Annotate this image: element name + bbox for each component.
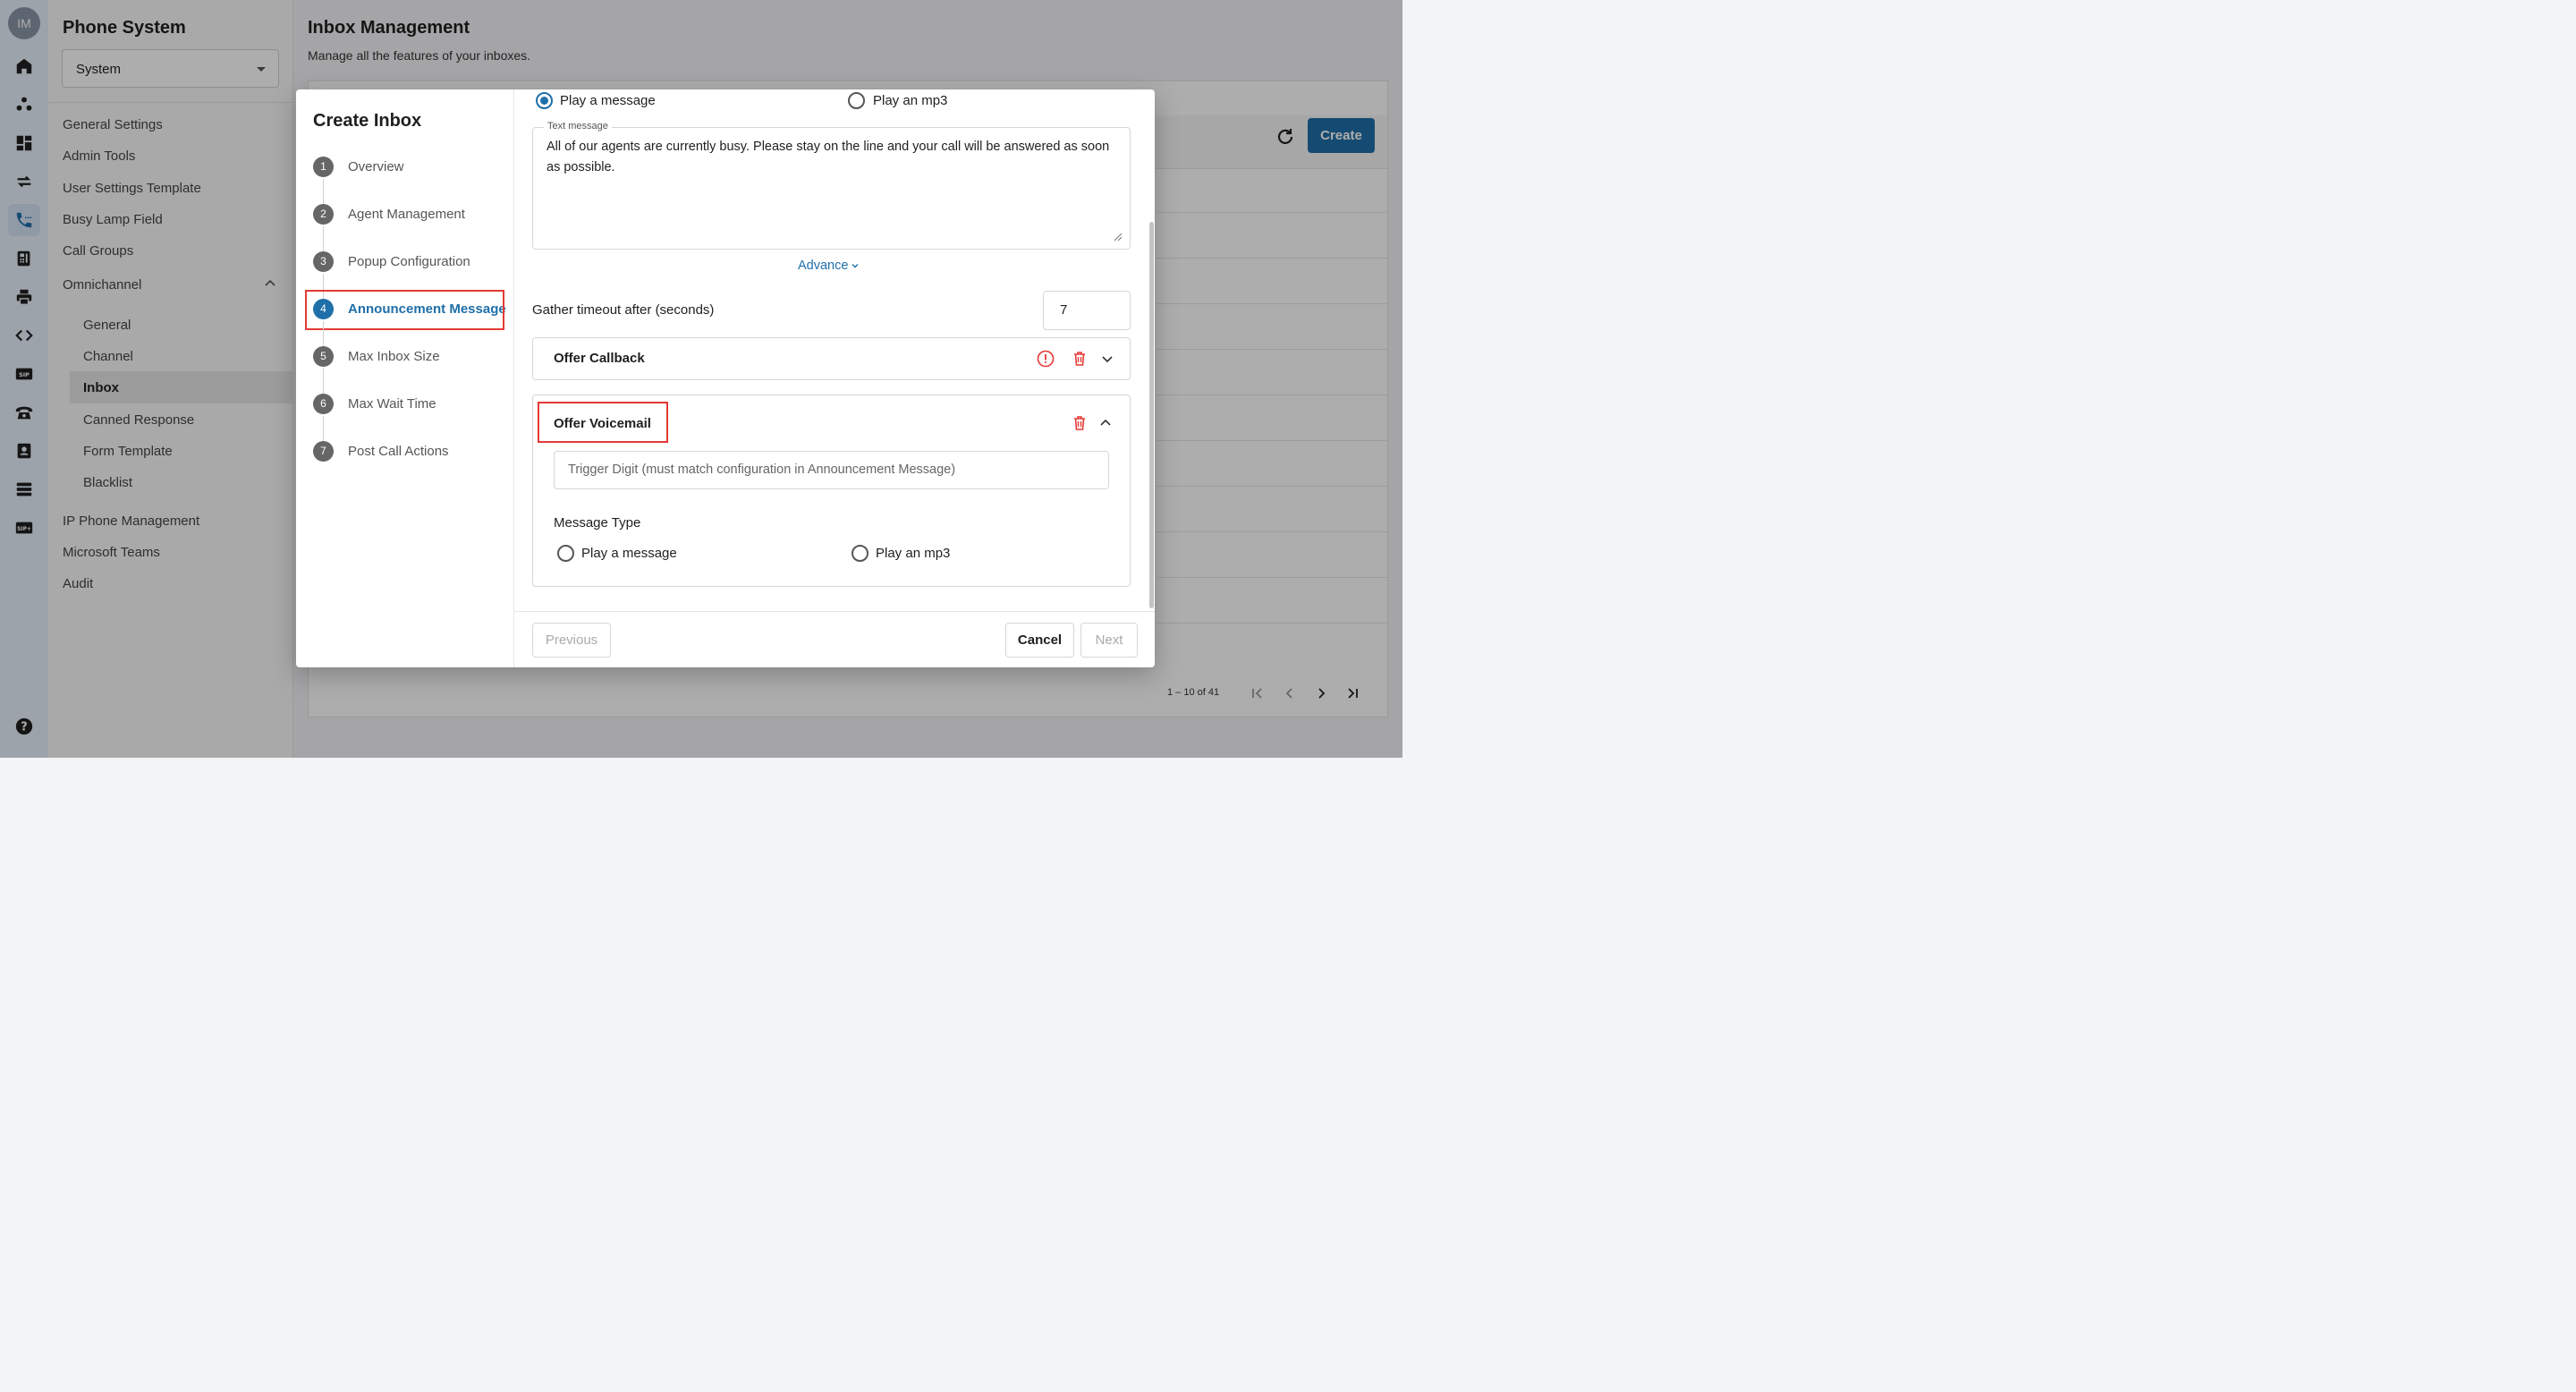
highlight-box bbox=[538, 402, 668, 443]
step-label: Post Call Actions bbox=[348, 443, 449, 459]
voicemail-play-message-label[interactable]: Play a message bbox=[581, 546, 677, 561]
step-connector bbox=[323, 369, 324, 395]
delete-icon[interactable] bbox=[1071, 414, 1089, 432]
gather-timeout-value: 7 bbox=[1060, 302, 1068, 318]
chevron-up-icon[interactable] bbox=[1097, 414, 1114, 432]
voicemail-play-mp3-radio[interactable] bbox=[852, 545, 869, 562]
warning-icon bbox=[1037, 350, 1055, 368]
next-button[interactable]: Next bbox=[1080, 623, 1138, 658]
advance-label: Advance bbox=[798, 259, 849, 273]
step-overview[interactable]: 1 Overview bbox=[313, 156, 404, 177]
step-popup-configuration[interactable]: 3 Popup Configuration bbox=[313, 250, 470, 272]
step-label: Max Inbox Size bbox=[348, 348, 440, 364]
previous-button[interactable]: Previous bbox=[532, 623, 611, 658]
advance-toggle[interactable]: Advance bbox=[798, 259, 860, 273]
step-number: 2 bbox=[313, 203, 334, 225]
delete-icon[interactable] bbox=[1071, 350, 1089, 368]
step-post-call-actions[interactable]: 7 Post Call Actions bbox=[313, 440, 449, 462]
play-mp3-radio[interactable] bbox=[848, 92, 865, 109]
stepper-panel: Create Inbox 1 Overview 2 Agent Manageme… bbox=[296, 89, 514, 667]
step-number: 6 bbox=[313, 393, 334, 414]
step-max-inbox-size[interactable]: 5 Max Inbox Size bbox=[313, 345, 440, 367]
voicemail-play-mp3-label[interactable]: Play an mp3 bbox=[876, 546, 950, 561]
text-message-field[interactable]: Text message All of our agents are curre… bbox=[532, 121, 1131, 250]
play-mp3-label[interactable]: Play an mp3 bbox=[873, 93, 947, 108]
text-message-value[interactable]: All of our agents are currently busy. Pl… bbox=[547, 137, 1119, 178]
step-number: 7 bbox=[313, 440, 334, 462]
chevron-down-icon bbox=[852, 264, 859, 268]
step-connector bbox=[323, 226, 324, 252]
trigger-digit-input[interactable]: Trigger Digit (must match configuration … bbox=[554, 451, 1109, 489]
text-message-label: Text message bbox=[544, 121, 612, 132]
play-message-radio[interactable] bbox=[536, 92, 553, 109]
step-max-wait-time[interactable]: 6 Max Wait Time bbox=[313, 393, 436, 414]
scrollbar[interactable] bbox=[1149, 222, 1154, 608]
step-label: Max Wait Time bbox=[348, 395, 436, 412]
offer-callback-title: Offer Callback bbox=[554, 351, 645, 366]
step-connector bbox=[323, 416, 324, 442]
message-type-label: Message Type bbox=[554, 515, 641, 530]
step-content: Play a message Play an mp3 Text message … bbox=[514, 89, 1155, 667]
step-label: Popup Configuration bbox=[348, 253, 470, 269]
step-connector bbox=[323, 321, 324, 347]
step-label: Agent Management bbox=[348, 206, 465, 222]
cancel-button[interactable]: Cancel bbox=[1005, 623, 1074, 658]
step-number: 3 bbox=[313, 250, 334, 272]
highlight-box bbox=[305, 290, 504, 330]
resize-handle-icon[interactable] bbox=[1114, 233, 1123, 242]
step-number: 5 bbox=[313, 345, 334, 367]
voicemail-play-message-radio[interactable] bbox=[557, 545, 574, 562]
step-agent-management[interactable]: 2 Agent Management bbox=[313, 203, 465, 225]
chevron-down-icon[interactable] bbox=[1098, 350, 1116, 368]
create-inbox-dialog: Create Inbox 1 Overview 2 Agent Manageme… bbox=[296, 89, 1155, 667]
gather-timeout-input[interactable]: 7 bbox=[1043, 291, 1131, 330]
gather-timeout-label: Gather timeout after (seconds) bbox=[532, 302, 715, 318]
trigger-digit-placeholder: Trigger Digit (must match configuration … bbox=[568, 463, 956, 477]
step-number: 1 bbox=[313, 156, 334, 177]
play-message-label[interactable]: Play a message bbox=[560, 93, 656, 108]
step-label: Overview bbox=[348, 158, 404, 174]
dialog-title: Create Inbox bbox=[313, 111, 422, 131]
divider bbox=[514, 611, 1155, 612]
offer-callback-panel[interactable]: Offer Callback bbox=[532, 337, 1131, 380]
step-connector bbox=[323, 179, 324, 205]
